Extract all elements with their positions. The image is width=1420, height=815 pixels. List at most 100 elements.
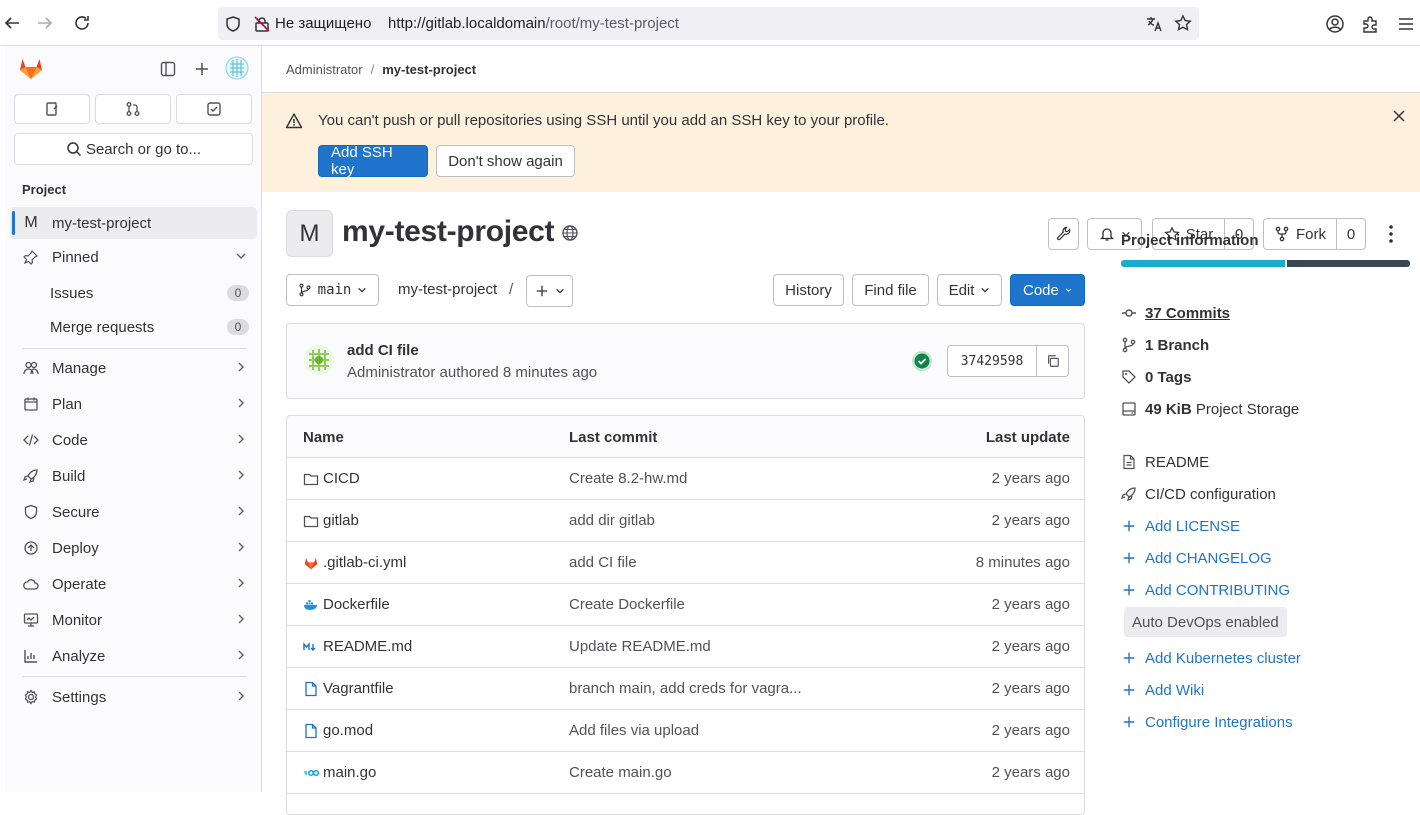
copy-sha-button[interactable] (1037, 345, 1069, 377)
insecure-lock-icon[interactable] (253, 15, 271, 33)
file-name[interactable]: main.go (323, 764, 376, 781)
star-button[interactable]: Star (1152, 218, 1225, 250)
user-avatar[interactable] (225, 56, 249, 80)
file-last-commit[interactable]: Create 8.2-hw.md (569, 470, 687, 487)
url-text[interactable]: http://gitlab.localdomain/root/my-test-p… (388, 15, 679, 32)
readme-link[interactable]: README (1121, 451, 1209, 473)
back-icon[interactable] (0, 11, 24, 35)
forward-icon[interactable] (33, 11, 57, 35)
storage-link[interactable]: 49 KiB Project Storage (1121, 398, 1299, 420)
file-name[interactable]: Vagrantfile (323, 680, 394, 697)
create-new-icon[interactable] (194, 61, 210, 77)
commit-title[interactable]: add CI file (347, 342, 419, 359)
file-last-commit[interactable]: branch main, add creds for vagra... (569, 680, 802, 697)
history-button[interactable]: History (773, 274, 844, 306)
add-ssh-key-button[interactable]: Add SSH key (318, 144, 428, 178)
edit-dropdown[interactable]: Edit (937, 274, 1002, 306)
admin-settings-button[interactable] (1048, 218, 1079, 250)
file-last-commit[interactable]: Create Dockerfile (569, 596, 685, 613)
sidebar-toggle-icon[interactable] (160, 61, 176, 77)
menu-icon[interactable] (1396, 14, 1416, 34)
sidebar-item-operate[interactable]: Operate (10, 568, 257, 600)
file-last-commit[interactable]: Add files via upload (569, 722, 699, 739)
branches-link[interactable]: 1 Branch (1121, 334, 1209, 356)
add-contributing-link[interactable]: Add CONTRIBUTING (1121, 579, 1290, 601)
pipeline-status-icon[interactable] (911, 350, 933, 372)
notifications-dropdown[interactable] (1087, 218, 1142, 250)
sidebar-item-issues[interactable]: Issues 0 (10, 278, 257, 308)
file-name[interactable]: Dockerfile (323, 596, 390, 613)
star-count[interactable]: 0 (1225, 218, 1254, 250)
close-icon[interactable] (1392, 109, 1406, 123)
file-name[interactable]: go.mod (323, 722, 373, 739)
tags-link[interactable]: 0 Tags (1121, 366, 1191, 388)
chevron-right-icon (235, 469, 247, 481)
table-row[interactable]: go.mod Add files via upload 2 years ago (287, 710, 1084, 752)
issues-shortcut-button[interactable] (14, 94, 90, 124)
shield-icon[interactable] (224, 15, 242, 33)
sidebar-item-build[interactable]: Build (10, 460, 257, 492)
plus-icon (1121, 715, 1137, 729)
sidebar-item-code[interactable]: Code (10, 424, 257, 456)
todos-shortcut-button[interactable] (176, 94, 252, 124)
copy-icon (1047, 355, 1059, 367)
file-name[interactable]: .gitlab-ci.yml (323, 554, 406, 571)
commits-link[interactable]: 37 Commits (1121, 302, 1230, 324)
file-last-commit[interactable]: add dir gitlab (569, 512, 655, 529)
table-row[interactable]: main.go Create main.go 2 years ago (287, 752, 1084, 794)
add-kubernetes-link[interactable]: Add Kubernetes cluster (1121, 647, 1301, 669)
sidebar-item-project[interactable]: M my-test-project (10, 207, 257, 239)
account-icon[interactable] (1325, 14, 1345, 34)
file-name[interactable]: CICD (323, 470, 360, 487)
sidebar-item-pinned[interactable]: Pinned (10, 241, 257, 273)
file-last-commit[interactable]: add CI file (569, 554, 637, 571)
add-to-tree-dropdown[interactable] (526, 275, 573, 307)
add-wiki-link[interactable]: Add Wiki (1121, 679, 1204, 701)
sidebar-item-monitor[interactable]: Monitor (10, 604, 257, 636)
sidebar-item-deploy[interactable]: Deploy (10, 532, 257, 564)
table-row[interactable]: Dockerfile Create Dockerfile 2 years ago (287, 584, 1084, 626)
find-file-button[interactable]: Find file (852, 274, 929, 306)
commit-author-avatar[interactable] (303, 344, 335, 376)
more-actions-icon[interactable] (1382, 223, 1400, 245)
sidebar-item-secure[interactable]: Secure (10, 496, 257, 528)
commit-sha-button[interactable]: 37429598 (947, 345, 1037, 377)
search-button[interactable]: Search or go to... (14, 133, 253, 165)
add-changelog-label: Add CHANGELOG (1145, 549, 1272, 567)
bookmark-star-icon[interactable] (1174, 14, 1192, 32)
sidebar-item-manage[interactable]: Manage (10, 352, 257, 384)
reload-icon[interactable] (70, 11, 94, 35)
chevron-right-icon (235, 433, 247, 445)
file-last-commit[interactable]: Update README.md (569, 638, 711, 655)
sidebar-item-merge-requests[interactable]: Merge requests 0 (10, 312, 257, 342)
table-row[interactable]: .gitlab-ci.yml add CI file 8 minutes ago (287, 542, 1084, 584)
file-name[interactable]: README.md (323, 638, 412, 655)
configure-integrations-link[interactable]: Configure Integrations (1121, 711, 1293, 733)
cicd-configuration-link[interactable]: CI/CD configuration (1121, 483, 1276, 505)
table-row[interactable]: gitlab add dir gitlab 2 years ago (287, 500, 1084, 542)
translate-icon[interactable] (1145, 15, 1163, 33)
repo-path-root[interactable]: my-test-project (398, 281, 497, 298)
commit-author[interactable]: Administrator (347, 364, 435, 381)
file-name[interactable]: gitlab (323, 512, 359, 529)
dont-show-again-button[interactable]: Don't show again (436, 145, 575, 177)
sidebar-item-plan[interactable]: Plan (10, 388, 257, 420)
sidebar-item-analyze[interactable]: Analyze (10, 640, 257, 672)
breadcrumb-parent[interactable]: Administrator (286, 62, 363, 77)
branch-selector[interactable]: main (286, 274, 379, 306)
add-license-link[interactable]: Add LICENSE (1121, 515, 1240, 537)
breadcrumb-current[interactable]: my-test-project (382, 62, 476, 77)
add-changelog-link[interactable]: Add CHANGELOG (1121, 547, 1272, 569)
fork-button[interactable]: Fork (1263, 218, 1337, 250)
merge-requests-shortcut-button[interactable] (95, 94, 171, 124)
gitlab-logo[interactable] (17, 54, 45, 82)
table-row[interactable]: Vagrantfile branch main, add creds for v… (287, 668, 1084, 710)
file-last-commit[interactable]: Create main.go (569, 764, 672, 781)
table-row[interactable]: CICD Create 8.2-hw.md 2 years ago (287, 458, 1084, 500)
code-dropdown[interactable]: Code (1010, 274, 1085, 306)
auto-devops-badge[interactable]: Auto DevOps enabled (1124, 607, 1287, 637)
table-row[interactable]: README.md Update README.md 2 years ago (287, 626, 1084, 668)
fork-count[interactable]: 0 (1337, 218, 1366, 250)
sidebar-item-settings[interactable]: Settings (10, 681, 257, 713)
extensions-icon[interactable] (1361, 14, 1381, 34)
